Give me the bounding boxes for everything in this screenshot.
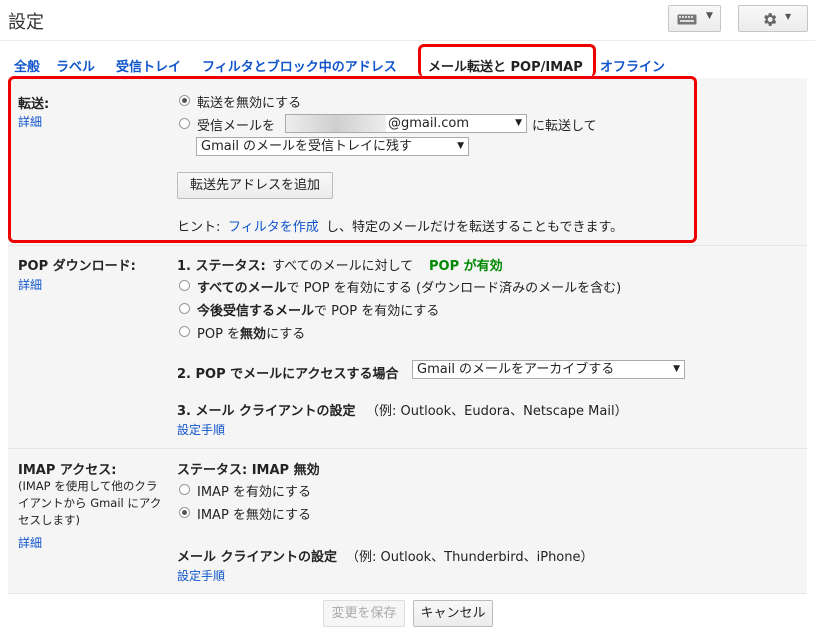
imap-disable-radio[interactable] [179, 507, 190, 518]
pop-new-mail-radio[interactable] [179, 303, 190, 314]
pop-client-examples: （例: Outlook、Eudora、Netscape Mail） [366, 404, 628, 419]
forward-address-value: @gmail.com [388, 116, 470, 131]
add-forwarding-address-button[interactable]: 転送先アドレスを追加 [177, 172, 333, 199]
imap-details-link[interactable]: 詳細 [18, 534, 42, 551]
keep-copy-value: Gmail のメールを受信トレイに残す [201, 139, 413, 154]
chevron-down-icon: ▼ [706, 11, 713, 21]
tab-offline[interactable]: オフライン [600, 56, 665, 75]
forward-suffix-label: に転送して [532, 119, 597, 134]
pop-opt1-label: すべてのメールで POP を有効にする (ダウンロード済みのメールを含む) [197, 281, 622, 296]
imap-status: ステータス: IMAP 無効 [177, 463, 320, 478]
pop-disable-radio[interactable] [179, 326, 190, 337]
keyboard-icon [677, 14, 697, 25]
pop-opt2-label: 今後受信するメールで POP を有効にする [197, 304, 440, 319]
hint-suffix: し、特定のメールだけを転送することもできます。 [326, 220, 624, 235]
divider [8, 245, 807, 246]
dropdown-arrow-icon: ▼ [673, 364, 680, 374]
forward-prefix-label: 受信メールを [197, 119, 276, 134]
tab-inbox[interactable]: 受信トレイ [116, 56, 181, 75]
divider [8, 448, 807, 449]
pop-label: POP ダウンロード: [18, 259, 136, 274]
create-filter-link[interactable]: フィルタを作成 [228, 216, 319, 235]
pop-client-title: 3. メール クライアントの設定 [177, 404, 356, 419]
imap-enable-radio[interactable] [179, 484, 190, 495]
dropdown-arrow-icon: ▼ [515, 118, 522, 128]
imap-client-title: メール クライアントの設定 [177, 550, 338, 565]
redacted-address [286, 115, 386, 132]
forward-address-select[interactable]: @gmail.com ▼ [285, 114, 527, 133]
forwarding-label: 転送: [18, 97, 50, 112]
input-tools-button[interactable]: ▼ [668, 5, 721, 32]
tab-labels[interactable]: ラベル [56, 56, 95, 75]
keep-copy-select[interactable]: Gmail のメールを受信トレイに残す ▼ [196, 137, 469, 156]
imap-description: (IMAP を使用して他のクライアントから Gmail にアクセスします) [18, 479, 162, 527]
save-changes-button[interactable]: 変更を保存 [323, 600, 405, 627]
pop-all-mail-radio[interactable] [179, 280, 190, 291]
pop-status-text: すべてのメールに対して [272, 259, 414, 274]
imap-client-examples: （例: Outlook、Thunderbird、iPhone） [346, 550, 594, 565]
hint-prefix: ヒント: [177, 220, 221, 235]
imap-disable-label: IMAP を無効にする [197, 508, 312, 523]
dropdown-arrow-icon: ▼ [457, 141, 464, 151]
imap-setup-link[interactable]: 設定手順 [177, 567, 225, 584]
cancel-button[interactable]: キャンセル [413, 600, 493, 627]
settings-button[interactable]: ▼ [738, 5, 808, 32]
pop-details-link[interactable]: 詳細 [18, 276, 42, 293]
chevron-down-icon: ▼ [785, 12, 792, 21]
pop-access-value: Gmail のメールをアーカイブする [417, 362, 615, 377]
imap-label: IMAP アクセス: [18, 463, 117, 478]
pop-opt3-label: POP を無効にする [197, 327, 306, 342]
divider [8, 593, 807, 594]
forwarding-enable-radio[interactable] [179, 118, 190, 129]
divider [0, 40, 815, 41]
imap-enable-label: IMAP を有効にする [197, 485, 312, 500]
forwarding-details-link[interactable]: 詳細 [18, 113, 42, 130]
forwarding-disable-label: 転送を無効にする [197, 96, 302, 111]
pop-status-value: POP が有効 [429, 259, 503, 274]
pop-setup-link[interactable]: 設定手順 [177, 421, 225, 438]
forwarding-disable-radio[interactable] [179, 95, 190, 106]
gear-icon [764, 13, 777, 26]
pop-access-title: 2. POP でメールにアクセスする場合 [177, 367, 399, 382]
tab-filters[interactable]: フィルタとブロック中のアドレス [202, 56, 397, 75]
pop-status-title: 1. ステータス: [177, 259, 266, 274]
pop-access-select[interactable]: Gmail のメールをアーカイブする ▼ [412, 360, 685, 379]
tab-general[interactable]: 全般 [14, 56, 40, 75]
page-title: 設定 [8, 12, 44, 33]
tab-forwarding-pop-imap[interactable]: メール転送と POP/IMAP [428, 56, 583, 75]
